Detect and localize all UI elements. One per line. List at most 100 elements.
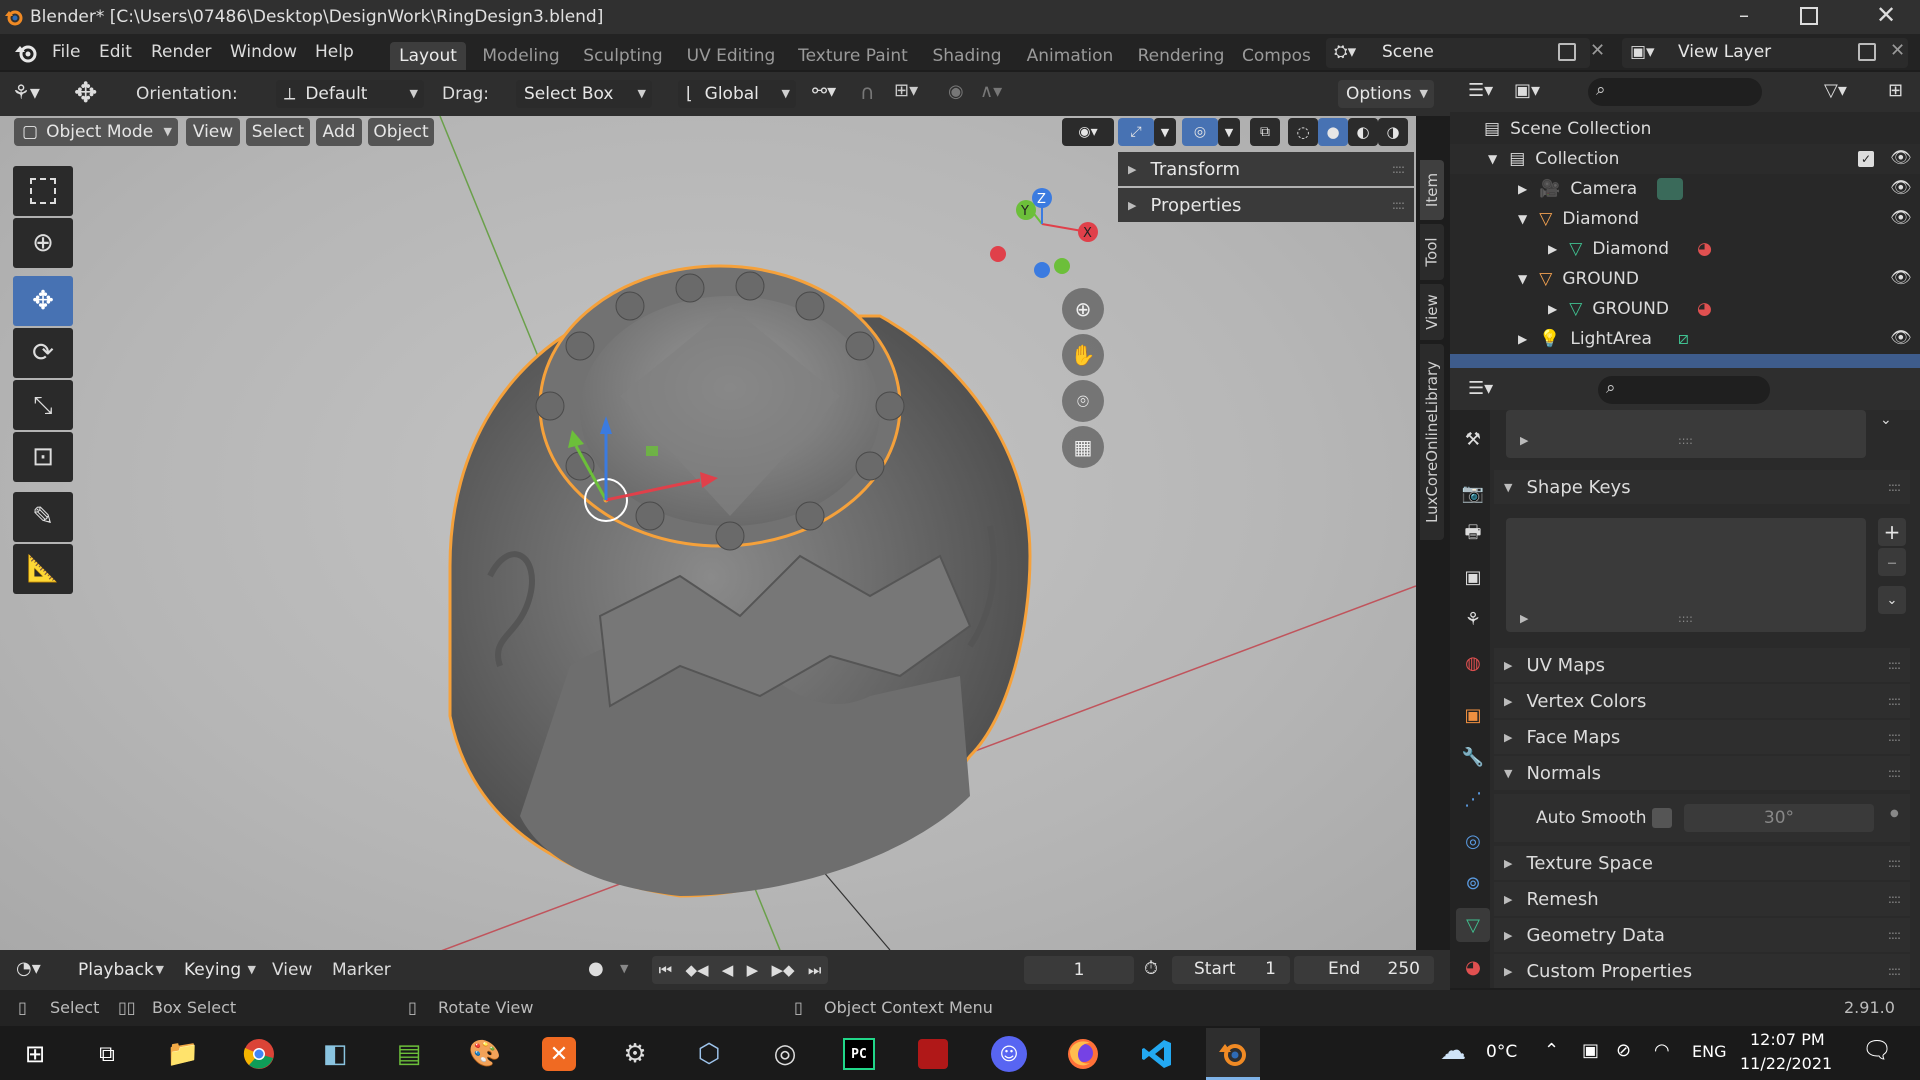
transform-gizmo[interactable] bbox=[560, 406, 760, 536]
shape-key-menu-button[interactable]: ⌄ bbox=[1878, 586, 1906, 614]
menu-window[interactable]: Window bbox=[230, 42, 297, 62]
section-texture-space[interactable]: ▶ Texture Space :::: bbox=[1494, 846, 1910, 880]
tab-rendering[interactable]: Rendering bbox=[1132, 42, 1230, 70]
file-explorer-icon[interactable]: 📁 bbox=[156, 1028, 210, 1080]
tab-sculpting[interactable]: Sculpting bbox=[578, 42, 668, 70]
drag-handle-icon[interactable]: :::: bbox=[1888, 480, 1901, 494]
world-properties-icon[interactable]: ◍ bbox=[1456, 646, 1490, 680]
firefox-icon[interactable] bbox=[1056, 1028, 1110, 1080]
measure-tool[interactable]: 📐 bbox=[13, 544, 73, 594]
resize-handle-icon[interactable]: :::: bbox=[1678, 612, 1693, 625]
remove-shape-key-button[interactable]: – bbox=[1878, 548, 1906, 576]
blender-menu-icon[interactable] bbox=[14, 42, 38, 64]
tray-network-off-icon[interactable]: ⊘ bbox=[1616, 1040, 1631, 1061]
xampp-icon[interactable]: ✕ bbox=[532, 1028, 586, 1080]
physics-properties-icon[interactable]: ◎ bbox=[1456, 824, 1490, 858]
copy-scene-icon[interactable] bbox=[1558, 43, 1576, 61]
editor-type-icon[interactable]: ◔▾ bbox=[16, 958, 41, 979]
orientation-dropdown[interactable]: ⟂ Default ▼ bbox=[276, 80, 424, 108]
viewport-menu-add[interactable]: Add bbox=[316, 118, 362, 146]
outliner-search-input[interactable]: ⌕ bbox=[1588, 78, 1762, 106]
current-frame-field[interactable]: 1 bbox=[1024, 956, 1134, 984]
drag-dropdown[interactable]: Select Box ▼ bbox=[516, 80, 652, 108]
exclude-checkbox[interactable]: ✓ bbox=[1858, 151, 1874, 167]
tab-uv-editing[interactable]: UV Editing bbox=[682, 42, 780, 70]
transform-orientation-dropdown[interactable]: ⌊ Global ▼ bbox=[678, 80, 796, 108]
viewport-3d[interactable]: ▢ Object Mode ▼ View Select Add Object ◉… bbox=[0, 116, 1416, 950]
vscode-icon[interactable] bbox=[1130, 1028, 1184, 1080]
tab-shading[interactable]: Shading bbox=[926, 42, 1008, 70]
gizmo-toggle[interactable]: ⤢ bbox=[1118, 118, 1154, 146]
drag-handle-icon[interactable]: :::: bbox=[1888, 928, 1901, 942]
weather-cloud-icon[interactable]: ☁ bbox=[1440, 1036, 1466, 1066]
3d-box-icon[interactable]: ⬡ bbox=[682, 1028, 736, 1080]
section-face-maps[interactable]: ▶ Face Maps :::: bbox=[1494, 720, 1910, 754]
keyframe-dot-icon[interactable]: ● bbox=[1890, 808, 1899, 819]
add-shape-key-button[interactable]: + bbox=[1878, 518, 1906, 546]
drag-handle-icon[interactable]: :::: bbox=[1888, 694, 1901, 708]
particles-properties-icon[interactable]: ⋰ bbox=[1456, 782, 1490, 816]
perspective-grid-icon[interactable]: ▦ bbox=[1062, 426, 1104, 468]
annotate-tool[interactable]: ✎ bbox=[13, 492, 73, 542]
keying-menu[interactable]: Keying ▼ bbox=[176, 956, 262, 984]
rendered-shading-icon[interactable]: ◑ bbox=[1378, 118, 1408, 146]
drag-handle-icon[interactable]: :::: bbox=[1392, 198, 1405, 212]
view-layer-selector[interactable]: ▣▾ View Layer bbox=[1622, 38, 1908, 68]
render-properties-icon[interactable]: 📷 bbox=[1456, 476, 1490, 510]
timeline-marker-menu[interactable]: Marker bbox=[332, 960, 391, 980]
object-properties-icon[interactable]: ▣ bbox=[1456, 698, 1490, 732]
drag-handle-icon[interactable]: :::: bbox=[1888, 658, 1901, 672]
drag-handle-icon[interactable]: :::: bbox=[1888, 892, 1901, 906]
editor-type-icon[interactable]: ☰▾ bbox=[1468, 378, 1493, 399]
pan-hand-icon[interactable]: ✋ bbox=[1062, 334, 1104, 376]
overlays-toggle[interactable]: ◎ bbox=[1182, 118, 1218, 146]
pycharm-icon[interactable]: PC bbox=[832, 1028, 886, 1080]
red-app-icon[interactable] bbox=[906, 1028, 960, 1080]
app-icon-chart[interactable]: ▤ bbox=[382, 1028, 436, 1080]
tab-animation[interactable]: Animation bbox=[1020, 42, 1120, 70]
tray-chevron-up-icon[interactable]: ⌃ bbox=[1544, 1040, 1559, 1061]
sidebar-tab-item[interactable]: Item bbox=[1420, 160, 1444, 220]
output-properties-icon[interactable]: 🖶 bbox=[1456, 518, 1490, 552]
eye-icon[interactable]: 👁 bbox=[1890, 328, 1912, 348]
material-properties-icon[interactable]: ◕ bbox=[1456, 950, 1490, 984]
outliner-item-diamond-mesh[interactable]: ▶ ▽ Diamond ◕ bbox=[1450, 234, 1920, 264]
filter-icon[interactable]: ▽▾ bbox=[1824, 80, 1847, 101]
outliner-scene-collection[interactable]: ▤ Scene Collection bbox=[1450, 114, 1920, 144]
material-shading-icon[interactable]: ◐ bbox=[1348, 118, 1378, 146]
eye-icon[interactable]: 👁 bbox=[1890, 148, 1912, 168]
pivot-point-icon[interactable]: ⚯▾ bbox=[812, 81, 836, 102]
modifier-properties-icon[interactable]: 🔧 bbox=[1456, 740, 1490, 774]
start-frame-field[interactable]: Start 1 bbox=[1172, 956, 1290, 984]
outliner-item-ground-mesh[interactable]: ▶ ▽ GROUND ◕ bbox=[1450, 294, 1920, 324]
section-custom-properties[interactable]: ▶ Custom Properties :::: bbox=[1494, 954, 1910, 988]
falloff-icon[interactable]: ∧▾ bbox=[980, 81, 1002, 102]
record-dropdown-icon[interactable]: ▼ bbox=[620, 962, 628, 975]
timeline-view-menu[interactable]: View bbox=[272, 960, 312, 980]
gizmo-dropdown[interactable]: ▼ bbox=[1154, 118, 1176, 146]
drag-handle-icon[interactable]: :::: bbox=[1392, 162, 1405, 176]
tool-properties-icon[interactable]: ⚒ bbox=[1456, 422, 1490, 456]
scene-selector[interactable]: ⛭▾ Scene bbox=[1326, 38, 1590, 68]
visibility-toggle[interactable]: ◉▾ bbox=[1062, 118, 1114, 146]
properties-search-input[interactable]: ⌕ bbox=[1598, 376, 1770, 404]
drag-handle-icon[interactable]: :::: bbox=[1888, 856, 1901, 870]
sidebar-panel-properties[interactable]: ▶ Properties :::: bbox=[1118, 188, 1414, 222]
mode-dropdown[interactable]: ▢ Object Mode ▼ bbox=[14, 118, 178, 146]
editor-type-icon[interactable]: ☰▾ bbox=[1468, 80, 1493, 101]
sidebar-tab-view[interactable]: View bbox=[1420, 284, 1444, 340]
wireframe-shading-icon[interactable]: ◌ bbox=[1288, 118, 1318, 146]
section-normals[interactable]: ▼ Normals :::: bbox=[1494, 756, 1910, 790]
minimize-icon[interactable]: – bbox=[1730, 3, 1758, 31]
jump-keyframe-back-icon[interactable]: ◆◀ bbox=[685, 961, 708, 979]
end-frame-field[interactable]: End 250 bbox=[1294, 956, 1434, 984]
maximize-icon[interactable] bbox=[1800, 7, 1818, 25]
constraints-properties-icon[interactable]: ⊚ bbox=[1456, 866, 1490, 900]
eye-icon[interactable]: 👁 bbox=[1890, 208, 1912, 228]
jump-end-icon[interactable]: ⏭ bbox=[808, 961, 822, 979]
menu-render[interactable]: Render bbox=[151, 42, 212, 62]
drag-handle-icon[interactable]: :::: bbox=[1888, 964, 1901, 978]
outliner-item-camera[interactable]: ▶ 🎥 Camera 👁 bbox=[1450, 174, 1920, 204]
scale-tool[interactable]: ⤡ bbox=[13, 380, 73, 430]
tray-device-icon[interactable]: ▣ bbox=[1582, 1040, 1599, 1061]
